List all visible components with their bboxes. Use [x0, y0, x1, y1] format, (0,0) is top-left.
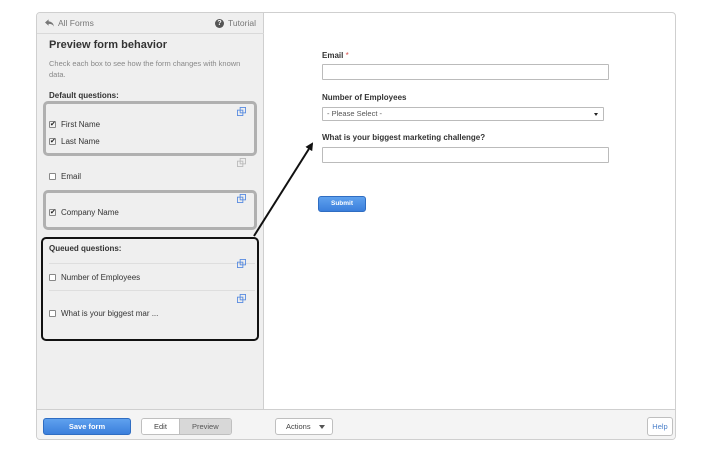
- challenge-field-label: What is your biggest marketing challenge…: [322, 133, 486, 142]
- email-input[interactable]: [322, 64, 609, 80]
- company-name-checkbox[interactable]: ✔: [49, 209, 56, 216]
- edit-tab[interactable]: Edit: [142, 419, 180, 434]
- challenge-input[interactable]: [322, 147, 609, 163]
- actions-dropdown[interactable]: Actions: [275, 418, 333, 435]
- employees-select[interactable]: - Please Select -: [322, 107, 604, 121]
- challenge-checkbox[interactable]: [49, 310, 56, 317]
- employees-field-label: Number of Employees: [322, 93, 407, 102]
- employees-select-value: - Please Select -: [327, 109, 383, 118]
- question-icon: ?: [214, 18, 224, 28]
- link-icon[interactable]: [237, 294, 246, 303]
- default-questions-label: Default questions:: [49, 91, 119, 100]
- link-icon[interactable]: [237, 107, 246, 116]
- submit-button[interactable]: Submit: [318, 196, 366, 212]
- preview-panel: All Forms ? Tutorial Preview form behavi…: [37, 13, 264, 409]
- save-form-button[interactable]: Save form: [43, 418, 131, 435]
- email-field-label: Email *: [322, 51, 349, 60]
- all-forms-link[interactable]: All Forms: [45, 18, 94, 28]
- back-arrow-icon: [45, 19, 54, 27]
- last-name-label: Last Name: [61, 137, 100, 146]
- first-name-label: First Name: [61, 120, 101, 129]
- panel-title: Preview form behavior: [49, 39, 167, 51]
- question-company-name[interactable]: ✔ Company Name: [49, 208, 255, 217]
- bottom-toolbar: Save form Edit Preview Actions Help: [37, 409, 675, 439]
- divider: [37, 33, 264, 34]
- email-checkbox[interactable]: [49, 173, 56, 180]
- link-icon[interactable]: [237, 158, 246, 167]
- all-forms-label: All Forms: [58, 18, 94, 28]
- help-button[interactable]: Help: [647, 417, 673, 436]
- mode-toggle: Edit Preview: [141, 418, 232, 435]
- email-label: Email: [61, 172, 82, 181]
- divider: [49, 263, 255, 264]
- queued-questions-label: Queued questions:: [49, 244, 122, 253]
- divider: [49, 290, 255, 291]
- required-mark: *: [345, 51, 349, 60]
- last-name-checkbox[interactable]: ✔: [49, 138, 56, 145]
- question-challenge[interactable]: What is your biggest mar ...: [49, 309, 255, 318]
- panel-help-text: Check each box to see how the form chang…: [49, 59, 241, 79]
- form-editor-window: All Forms ? Tutorial Preview form behavi…: [36, 12, 676, 440]
- tutorial-link[interactable]: ? Tutorial: [214, 18, 256, 28]
- question-employees[interactable]: Number of Employees: [49, 273, 255, 282]
- link-icon[interactable]: [237, 194, 246, 203]
- company-name-label: Company Name: [61, 208, 119, 217]
- first-name-checkbox[interactable]: ✔: [49, 121, 56, 128]
- dropdown-arrow-icon: [594, 113, 598, 116]
- tutorial-label: Tutorial: [227, 18, 256, 28]
- question-email[interactable]: Email: [49, 172, 255, 181]
- actions-label: Actions: [286, 422, 311, 431]
- email-field-label-text: Email: [322, 51, 344, 60]
- employees-label: Number of Employees: [61, 273, 141, 282]
- preview-tab[interactable]: Preview: [179, 419, 231, 434]
- caret-down-icon: [319, 425, 325, 429]
- question-last-name[interactable]: ✔ Last Name: [49, 137, 255, 146]
- panel-top-links: All Forms ? Tutorial: [37, 13, 264, 33]
- employees-checkbox[interactable]: [49, 274, 56, 281]
- question-first-name[interactable]: ✔ First Name: [49, 120, 255, 129]
- challenge-label: What is your biggest mar ...: [61, 309, 159, 318]
- link-icon[interactable]: [237, 259, 246, 268]
